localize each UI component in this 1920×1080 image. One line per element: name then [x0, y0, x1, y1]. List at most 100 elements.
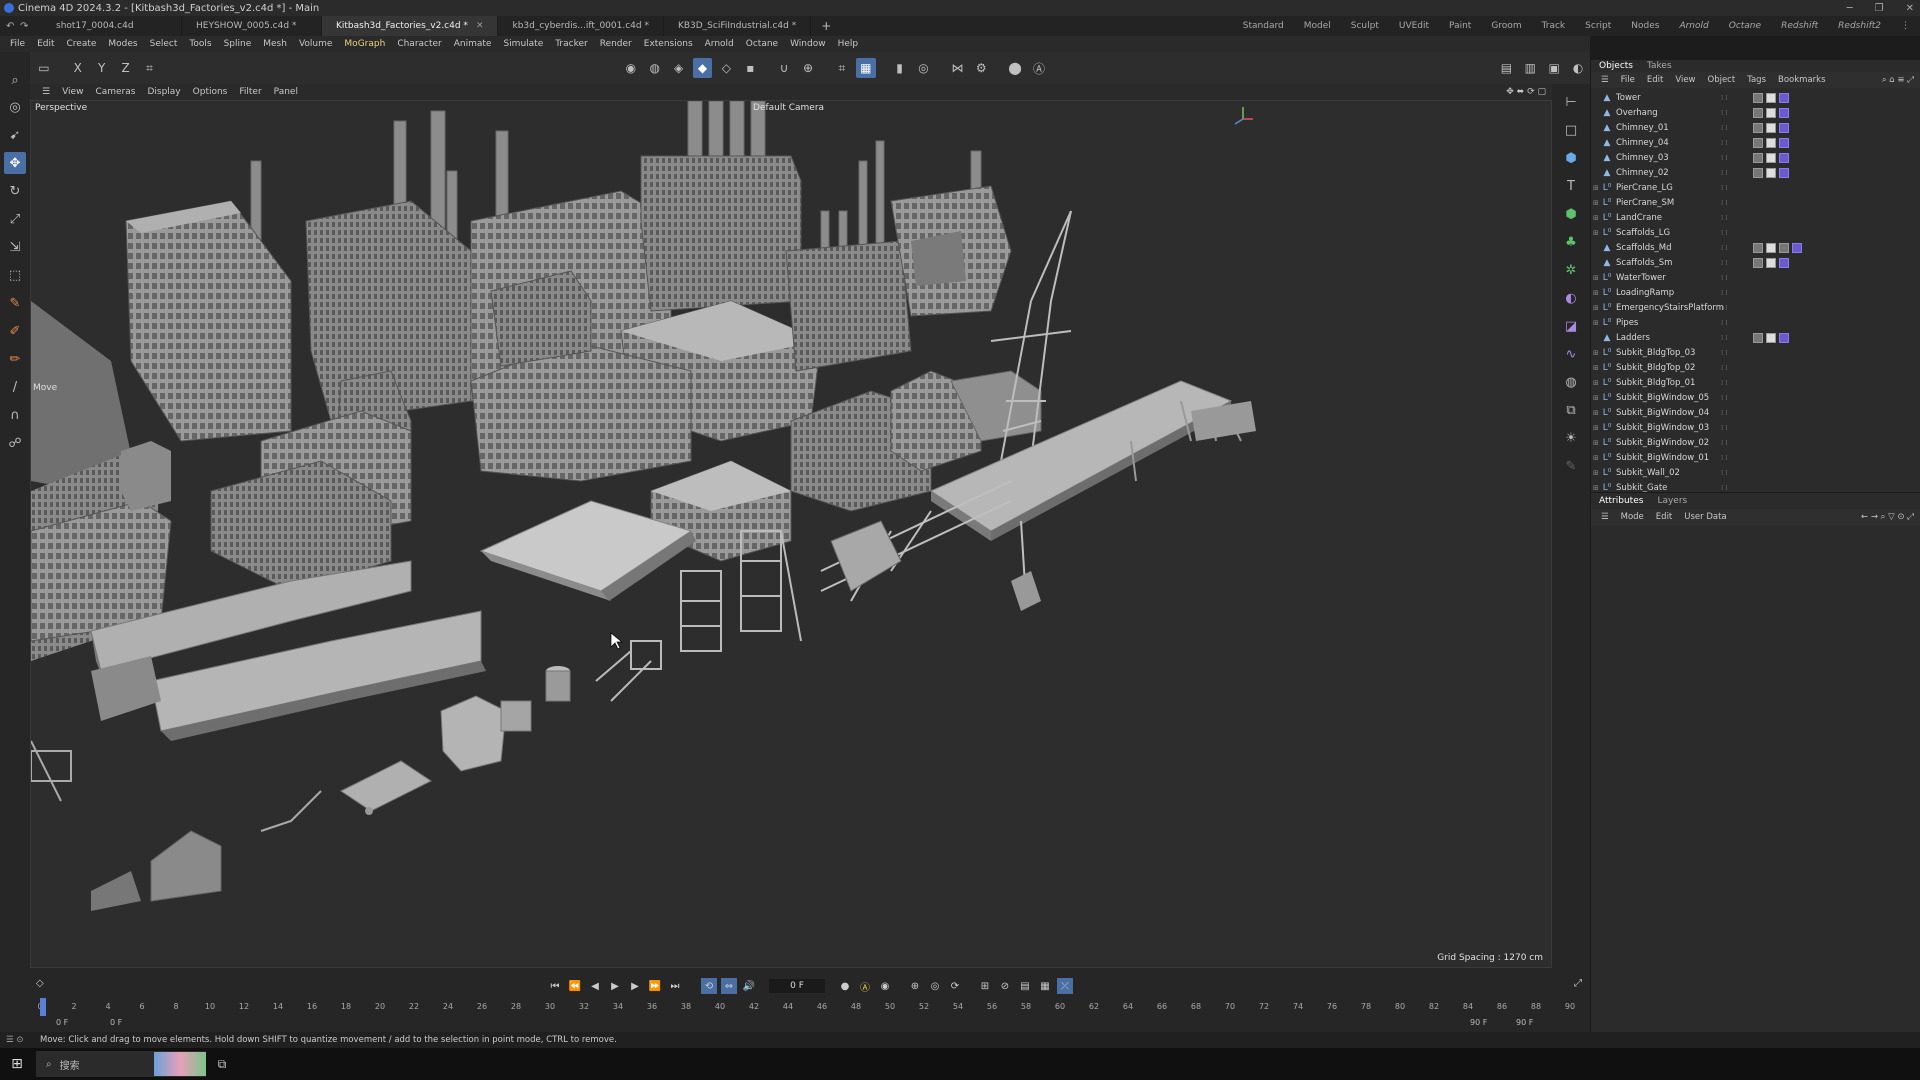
object-row[interactable]: ▲ Ladders ⁞ ⁞ [1591, 330, 1920, 345]
object-row[interactable]: ⊞ L⁰ Pipes ⁞ ⁞ [1591, 315, 1920, 330]
taskbar-search[interactable]: ⌕ 搜索 [36, 1051, 206, 1077]
menu-render[interactable]: Render [594, 39, 638, 49]
phong-tag-icon[interactable] [1779, 257, 1789, 268]
object-row[interactable]: ⊞ L⁰ Subkit_BigWindow_03 ⁞ ⁞ [1591, 420, 1920, 435]
text-object-icon[interactable]: T [1559, 174, 1583, 198]
brush-icon[interactable]: ✏ [4, 348, 26, 370]
visibility-dots-icon[interactable]: ⁞ ⁞ [1721, 169, 1728, 177]
object-row[interactable]: ⊞ L⁰ Subkit_BldgTop_01 ⁞ ⁞ [1591, 375, 1920, 390]
viewport-menu-view[interactable]: View [56, 87, 89, 97]
objects-menu-tags[interactable]: Tags [1741, 75, 1772, 85]
attributes-panel-menu-icon[interactable]: ☰ [1595, 512, 1615, 522]
visibility-dots-icon[interactable]: ⁞ ⁞ [1721, 229, 1728, 237]
object-row[interactable]: ⊞ L⁰ Subkit_BigWindow_05 ⁞ ⁞ [1591, 390, 1920, 405]
visibility-dots-icon[interactable]: ⁞ ⁞ [1721, 124, 1728, 132]
viewport-panel-icon[interactable]: ☰ [36, 87, 56, 97]
object-row[interactable]: ⊞ L⁰ LandCrane ⁞ ⁞ [1591, 210, 1920, 225]
layout-octane[interactable]: Octane [1719, 16, 1771, 36]
interactive-render-icon[interactable]: ◐ [1568, 58, 1588, 78]
material-tag-icon[interactable] [1766, 122, 1776, 133]
menu-tools[interactable]: Tools [183, 39, 217, 49]
menu-octane[interactable]: Octane [740, 39, 784, 49]
material-tag-icon[interactable] [1766, 257, 1776, 268]
current-frame-field[interactable]: 0 F [769, 979, 825, 993]
objects-menu-view[interactable]: View [1669, 75, 1701, 85]
settings-gear-icon[interactable]: ⚙ [971, 58, 991, 78]
expand-arrow-icon[interactable]: ⊞ [1593, 289, 1601, 297]
material-tag-icon[interactable] [1753, 167, 1763, 178]
effector-icon[interactable]: ✲ [1559, 258, 1583, 282]
phong-tag-icon[interactable] [1779, 137, 1789, 148]
visibility-dots-icon[interactable]: ⁞ ⁞ [1721, 199, 1728, 207]
render-settings-icon[interactable]: ▣ [1544, 58, 1564, 78]
menu-spline[interactable]: Spline [218, 39, 258, 49]
sketch-icon[interactable]: ✐ [4, 320, 26, 342]
object-row[interactable]: ⊞ L⁰ EmergencyStairsPlatform ⁞ ⁞ [1591, 300, 1920, 315]
menu-volume[interactable]: Volume [293, 39, 338, 49]
visibility-dots-icon[interactable]: ⁞ ⁞ [1721, 274, 1728, 282]
layout-redshift[interactable]: Redshift [1771, 16, 1828, 36]
material-tag-icon[interactable] [1753, 107, 1763, 118]
texture-mode-icon[interactable]: ▪ [740, 58, 760, 78]
paint-tool-icon[interactable]: ☍ [4, 432, 26, 454]
play-icon[interactable]: ▶ [607, 978, 623, 994]
expand-arrow-icon[interactable]: ⊞ [1593, 394, 1601, 402]
model-mode-icon[interactable]: ◉ [621, 58, 641, 78]
menu-arnold[interactable]: Arnold [699, 39, 740, 49]
record-position-icon[interactable]: ⊕ [907, 978, 923, 994]
render-view-icon[interactable]: ▤ [1496, 58, 1516, 78]
interpolation-icon[interactable]: ⤫ [1057, 978, 1073, 994]
expand-arrow-icon[interactable]: ⊞ [1593, 229, 1601, 237]
layout-track[interactable]: Track [1532, 16, 1576, 36]
visibility-dots-icon[interactable]: ⁞ ⁞ [1721, 259, 1728, 267]
playhead[interactable] [40, 998, 46, 1016]
tab-attributes[interactable]: Attributes [1599, 496, 1643, 506]
layout-script[interactable]: Script [1575, 16, 1621, 36]
menu-window[interactable]: Window [784, 39, 832, 49]
edge-mode-icon[interactable]: ◈ [669, 58, 689, 78]
visibility-dots-icon[interactable]: ⁞ ⁞ [1721, 394, 1728, 402]
attributes-menu-mode[interactable]: Mode [1615, 512, 1650, 522]
menu-modes[interactable]: Modes [102, 39, 143, 49]
viewport-navigate-icons[interactable]: ✥ ⬌ ⟳ ▢ [1500, 87, 1552, 97]
material-tag-icon[interactable] [1766, 167, 1776, 178]
menu-tracker[interactable]: Tracker [549, 39, 593, 49]
polygon-mode-icon[interactable]: ◆ [692, 58, 713, 78]
expand-arrow-icon[interactable]: ⊞ [1593, 439, 1601, 447]
task-view-icon[interactable]: ⧉ [206, 1048, 238, 1080]
timeline-ruler[interactable]: 0246810121416182022242628303234363840424… [37, 1002, 1575, 1016]
layout-nodes[interactable]: Nodes [1621, 16, 1669, 36]
viewport-menu-cameras[interactable]: Cameras [89, 87, 141, 97]
isolate-icon[interactable]: ◎ [914, 58, 934, 78]
material-tag-icon[interactable] [1753, 137, 1763, 148]
close-window-button[interactable]: ✕ [1906, 3, 1914, 14]
visibility-dots-icon[interactable]: ⁞ ⁞ [1721, 469, 1728, 477]
object-row[interactable]: ⊞ L⁰ PierCrane_LG ⁞ ⁞ [1591, 180, 1920, 195]
object-row[interactable]: ⊞ L⁰ Scaffolds_LG ⁞ ⁞ [1591, 225, 1920, 240]
material-tag-icon[interactable] [1753, 122, 1763, 133]
object-row[interactable]: ▲ Chimney_01 ⁞ ⁞ [1591, 120, 1920, 135]
end-frame-b[interactable]: 90 F [1516, 1018, 1533, 1027]
viewport-camera-label[interactable]: Default Camera [753, 103, 824, 113]
visibility-dots-icon[interactable]: ⁞ ⁞ [1721, 379, 1728, 387]
visibility-dots-icon[interactable]: ⁞ ⁞ [1721, 364, 1728, 372]
phong-tag-icon[interactable] [1779, 167, 1789, 178]
expand-arrow-icon[interactable]: ⊞ [1593, 424, 1601, 432]
transform-tool-icon[interactable]: ⇲ [4, 236, 26, 258]
autokey-icon[interactable]: Ⓐ [857, 978, 873, 994]
visibility-dots-icon[interactable]: ⁞ ⁞ [1721, 334, 1728, 342]
windows-start-icon[interactable]: ⊞ [2, 1048, 32, 1080]
light-object-icon[interactable]: ☀ [1559, 426, 1583, 450]
material-tag-icon[interactable] [1753, 92, 1763, 103]
status-menu-icon[interactable]: ☰ ⊙ [6, 1035, 23, 1045]
close-tab-icon[interactable]: ✕ [476, 21, 484, 31]
object-row[interactable]: ⊞ L⁰ Subkit_Wall_02 ⁞ ⁞ [1591, 465, 1920, 480]
viewport-menu-filter[interactable]: Filter [233, 87, 267, 97]
record-icon[interactable]: ● [837, 978, 853, 994]
object-row[interactable]: ▲ Chimney_04 ⁞ ⁞ [1591, 135, 1920, 150]
tab-objects[interactable]: Objects [1599, 61, 1633, 71]
go-to-start-icon[interactable]: ⏮ [547, 978, 563, 994]
record-scale-icon[interactable]: ◎ [927, 978, 943, 994]
snap-icon[interactable]: ∪ [774, 58, 794, 78]
undo-history-icon[interactable]: ▭ [34, 58, 54, 78]
